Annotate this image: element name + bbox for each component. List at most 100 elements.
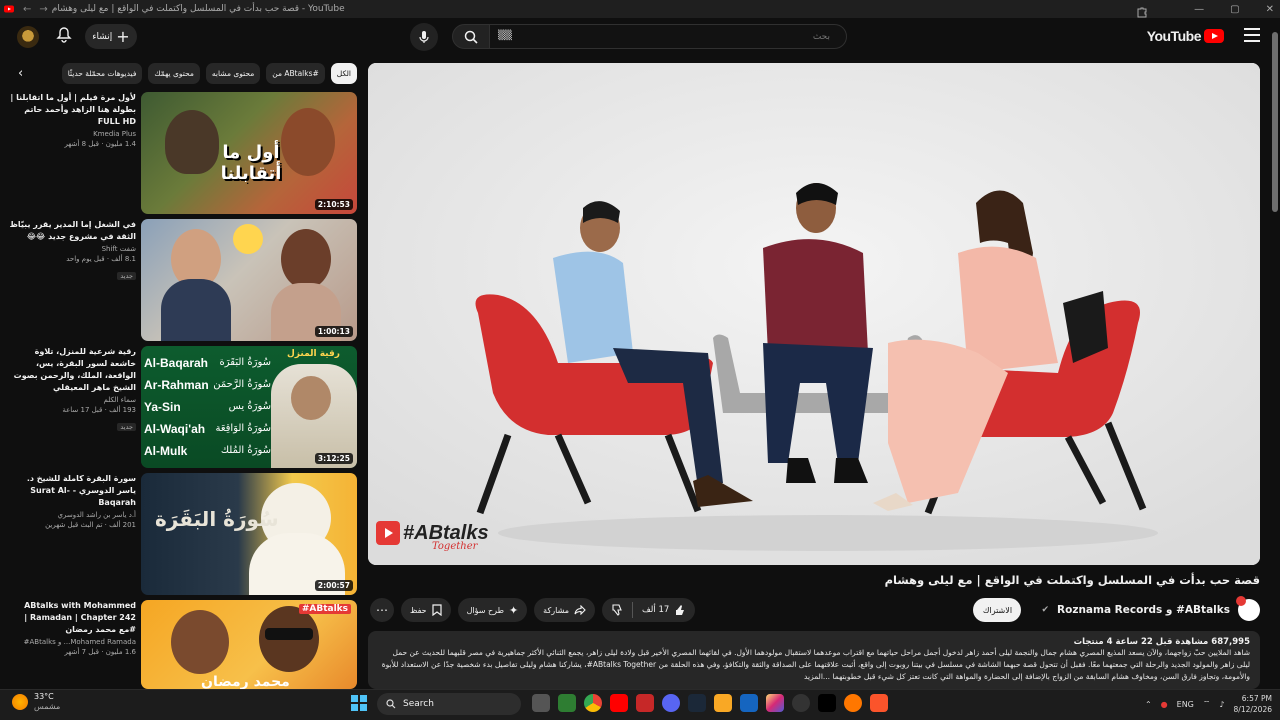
weather-widget[interactable]: 33°C مشمس <box>12 692 60 712</box>
search-value: ▒▒ <box>498 31 512 41</box>
tiktok-icon[interactable] <box>818 694 836 712</box>
brave-icon[interactable] <box>870 694 888 712</box>
surah-name-ar: سُورَةُ المُلك <box>220 445 271 456</box>
instagram-icon[interactable] <box>766 694 784 712</box>
video-title-heading: قصة حب بدأت في المسلسل واكتملت في الواقع… <box>884 573 1260 587</box>
more-actions-button[interactable]: ⋯ <box>370 598 394 622</box>
minimize-button[interactable]: — <box>1194 4 1204 15</box>
chip-all[interactable]: الكل <box>330 63 357 84</box>
video-thumbnail[interactable]: 1:00:13 <box>141 219 357 341</box>
file-explorer-icon[interactable] <box>714 694 732 712</box>
tray-app-icon[interactable]: ● <box>1161 700 1168 709</box>
ask-button[interactable]: ✦ طرح سؤال <box>457 598 528 622</box>
forward-arrow-icon[interactable]: → <box>39 4 47 15</box>
recommendation-item[interactable]: أول ما أتقابلنا 2:10:53 لأول مرة فيلم | … <box>8 92 358 214</box>
chrome-icon[interactable] <box>584 694 602 712</box>
steam-icon[interactable] <box>688 694 706 712</box>
sparkle-icon: ✦ <box>508 603 519 617</box>
video-meta: 1.6 مليون · قبل 7 أشهر <box>64 648 136 656</box>
taskbar-search[interactable]: Search <box>377 693 521 715</box>
surah-name-en: Al-Mulk <box>144 444 188 458</box>
subscribe-button[interactable]: الاشتراك <box>973 598 1022 622</box>
language-indicator[interactable]: ENG <box>1177 700 1194 709</box>
video-duration: 3:12:25 <box>314 453 353 464</box>
extensions-icon[interactable] <box>1136 3 1148 18</box>
chips-scroll-left-icon[interactable]: ‹ <box>18 66 34 82</box>
create-button[interactable]: إنشاء + <box>85 24 137 49</box>
video-thumbnail[interactable]: سُورَةُ البَقَرَة 2:00:57 <box>141 473 357 595</box>
dislike-button[interactable] <box>602 598 632 622</box>
surah-name-en: Al-Waqi'ah <box>144 422 206 436</box>
youtube-logo[interactable]: YouTube <box>1147 28 1224 44</box>
thumbs-down-icon <box>612 604 622 616</box>
app-icon[interactable] <box>792 694 810 712</box>
video-thumbnail[interactable]: رقية المنزل Al-Baqarah Ar-Rahman Ya-Sin … <box>141 346 357 468</box>
video-title[interactable]: ABtalks with Mohammed Ramadan | Chapter … <box>8 600 136 636</box>
taskbar-search-label: Search <box>403 699 434 709</box>
search-button[interactable] <box>452 24 490 49</box>
clock[interactable]: 6:57 PM 8/12/2026 <box>1234 693 1272 715</box>
recommendation-item[interactable]: سُورَةُ البَقَرَة 2:00:57 سورة البقرة كا… <box>8 473 358 595</box>
channel-name[interactable]: أ.د ياسر بن راشد الدوسري <box>8 511 136 519</box>
video-title[interactable]: رقية شرعية للمنزل، تلاوة خاشعة لسور البق… <box>8 346 136 394</box>
recommendation-item[interactable]: #ABtalks محمد رمضان ABtalks with Mohamme… <box>8 600 358 689</box>
notifications-button[interactable] <box>55 26 75 46</box>
recommendation-item[interactable]: 1:00:13 في الشغل إما المدير يقرر يبيّاظ … <box>8 219 358 341</box>
video-duration: 2:00:57 <box>314 580 353 591</box>
watermark-subtext: Together <box>432 541 478 552</box>
youtube-app-icon[interactable] <box>610 694 628 712</box>
discord-icon[interactable] <box>662 694 680 712</box>
task-view-icon[interactable] <box>532 694 550 712</box>
maximize-button[interactable]: ▢ <box>1230 4 1239 15</box>
chip-recently-uploaded[interactable]: فيديوهات محمّلة حديثًا <box>61 63 143 84</box>
channel-name[interactable]: سماء الكلم <box>8 396 136 404</box>
channel-name[interactable]: شفت Shift <box>8 245 136 253</box>
save-button[interactable]: حفظ <box>401 598 451 622</box>
view-count-meta: 687,995 مشاهدة قبل 22 ساعة 4 منتجات <box>1073 637 1250 647</box>
channel-name[interactable]: Kmedia Plus <box>8 130 136 138</box>
video-info: ABtalks with Mohammed Ramadan | Chapter … <box>8 600 136 656</box>
back-arrow-icon[interactable]: ← <box>23 4 31 15</box>
plus-icon: + <box>116 26 130 46</box>
menu-icon[interactable] <box>1244 28 1260 42</box>
thumbs-up-icon <box>676 605 685 615</box>
share-label: مشاركة <box>543 605 569 615</box>
share-button[interactable]: مشاركة <box>534 598 595 622</box>
app-icon[interactable] <box>636 694 654 712</box>
video-thumbnail[interactable]: #ABtalks محمد رمضان <box>141 600 357 689</box>
search-box[interactable]: ▒▒ <box>489 24 847 49</box>
video-thumbnail[interactable]: أول ما أتقابلنا 2:10:53 <box>141 92 357 214</box>
video-duration: 1:00:13 <box>314 326 353 337</box>
description-box[interactable]: 687,995 مشاهدة قبل 22 ساعة 4 منتجات شاهد… <box>368 631 1260 689</box>
channel-avatar[interactable] <box>1236 596 1260 621</box>
video-duration: 2:10:53 <box>314 199 353 210</box>
close-button[interactable]: ✕ <box>1266 4 1274 15</box>
volume-icon[interactable]: ♪ <box>1219 700 1224 709</box>
app-icon[interactable] <box>558 694 576 712</box>
tray-chevron-icon[interactable]: ⌃ <box>1145 700 1152 709</box>
like-button[interactable]: 17 ألف <box>633 598 695 622</box>
soundcloud-icon[interactable] <box>844 694 862 712</box>
surah-list: Al-Baqarah Ar-Rahman Ya-Sin Al-Waqi'ah A… <box>144 352 209 462</box>
page-scrollbar[interactable] <box>1270 18 1280 689</box>
surah-list-ar: سُورَةُ البَقَرَة سُورَةُ الرَّحمَن سُور… <box>211 352 271 462</box>
chip-from-abtalks[interactable]: من ABtalks# <box>266 63 325 84</box>
video-player[interactable]: #ABtalks Together <box>368 63 1260 565</box>
channel-name[interactable]: ABtalks# و Roznama Records <box>1057 604 1230 616</box>
channel-name[interactable]: Mohamed Ramada... و ABtalks# <box>8 638 136 646</box>
video-title[interactable]: لأول مرة فيلم | أول ما اتقابلنا | بطولة … <box>8 92 136 128</box>
youtube-wordmark: YouTube <box>1146 28 1202 44</box>
voice-search-button[interactable] <box>410 23 438 51</box>
search-input[interactable] <box>506 31 830 42</box>
video-title[interactable]: سورة البقرة كاملة للشيخ د. ياسر الدوسري … <box>8 473 136 509</box>
chip-for-you[interactable]: محتوى يهمّك <box>148 63 200 84</box>
windows-start-icon[interactable] <box>351 695 367 711</box>
app-icon[interactable] <box>740 694 758 712</box>
youtube-play-icon <box>1204 29 1224 43</box>
recommendation-item[interactable]: رقية المنزل Al-Baqarah Ar-Rahman Ya-Sin … <box>8 346 358 468</box>
account-avatar[interactable] <box>17 26 39 48</box>
chip-related[interactable]: محتوى مشابه <box>205 63 261 84</box>
scrollbar-thumb[interactable] <box>1272 32 1278 212</box>
wifi-icon[interactable]: ⌔ <box>1203 699 1211 709</box>
video-title[interactable]: في الشغل إما المدير يقرر يبيّاظ الثقة في… <box>8 219 136 243</box>
